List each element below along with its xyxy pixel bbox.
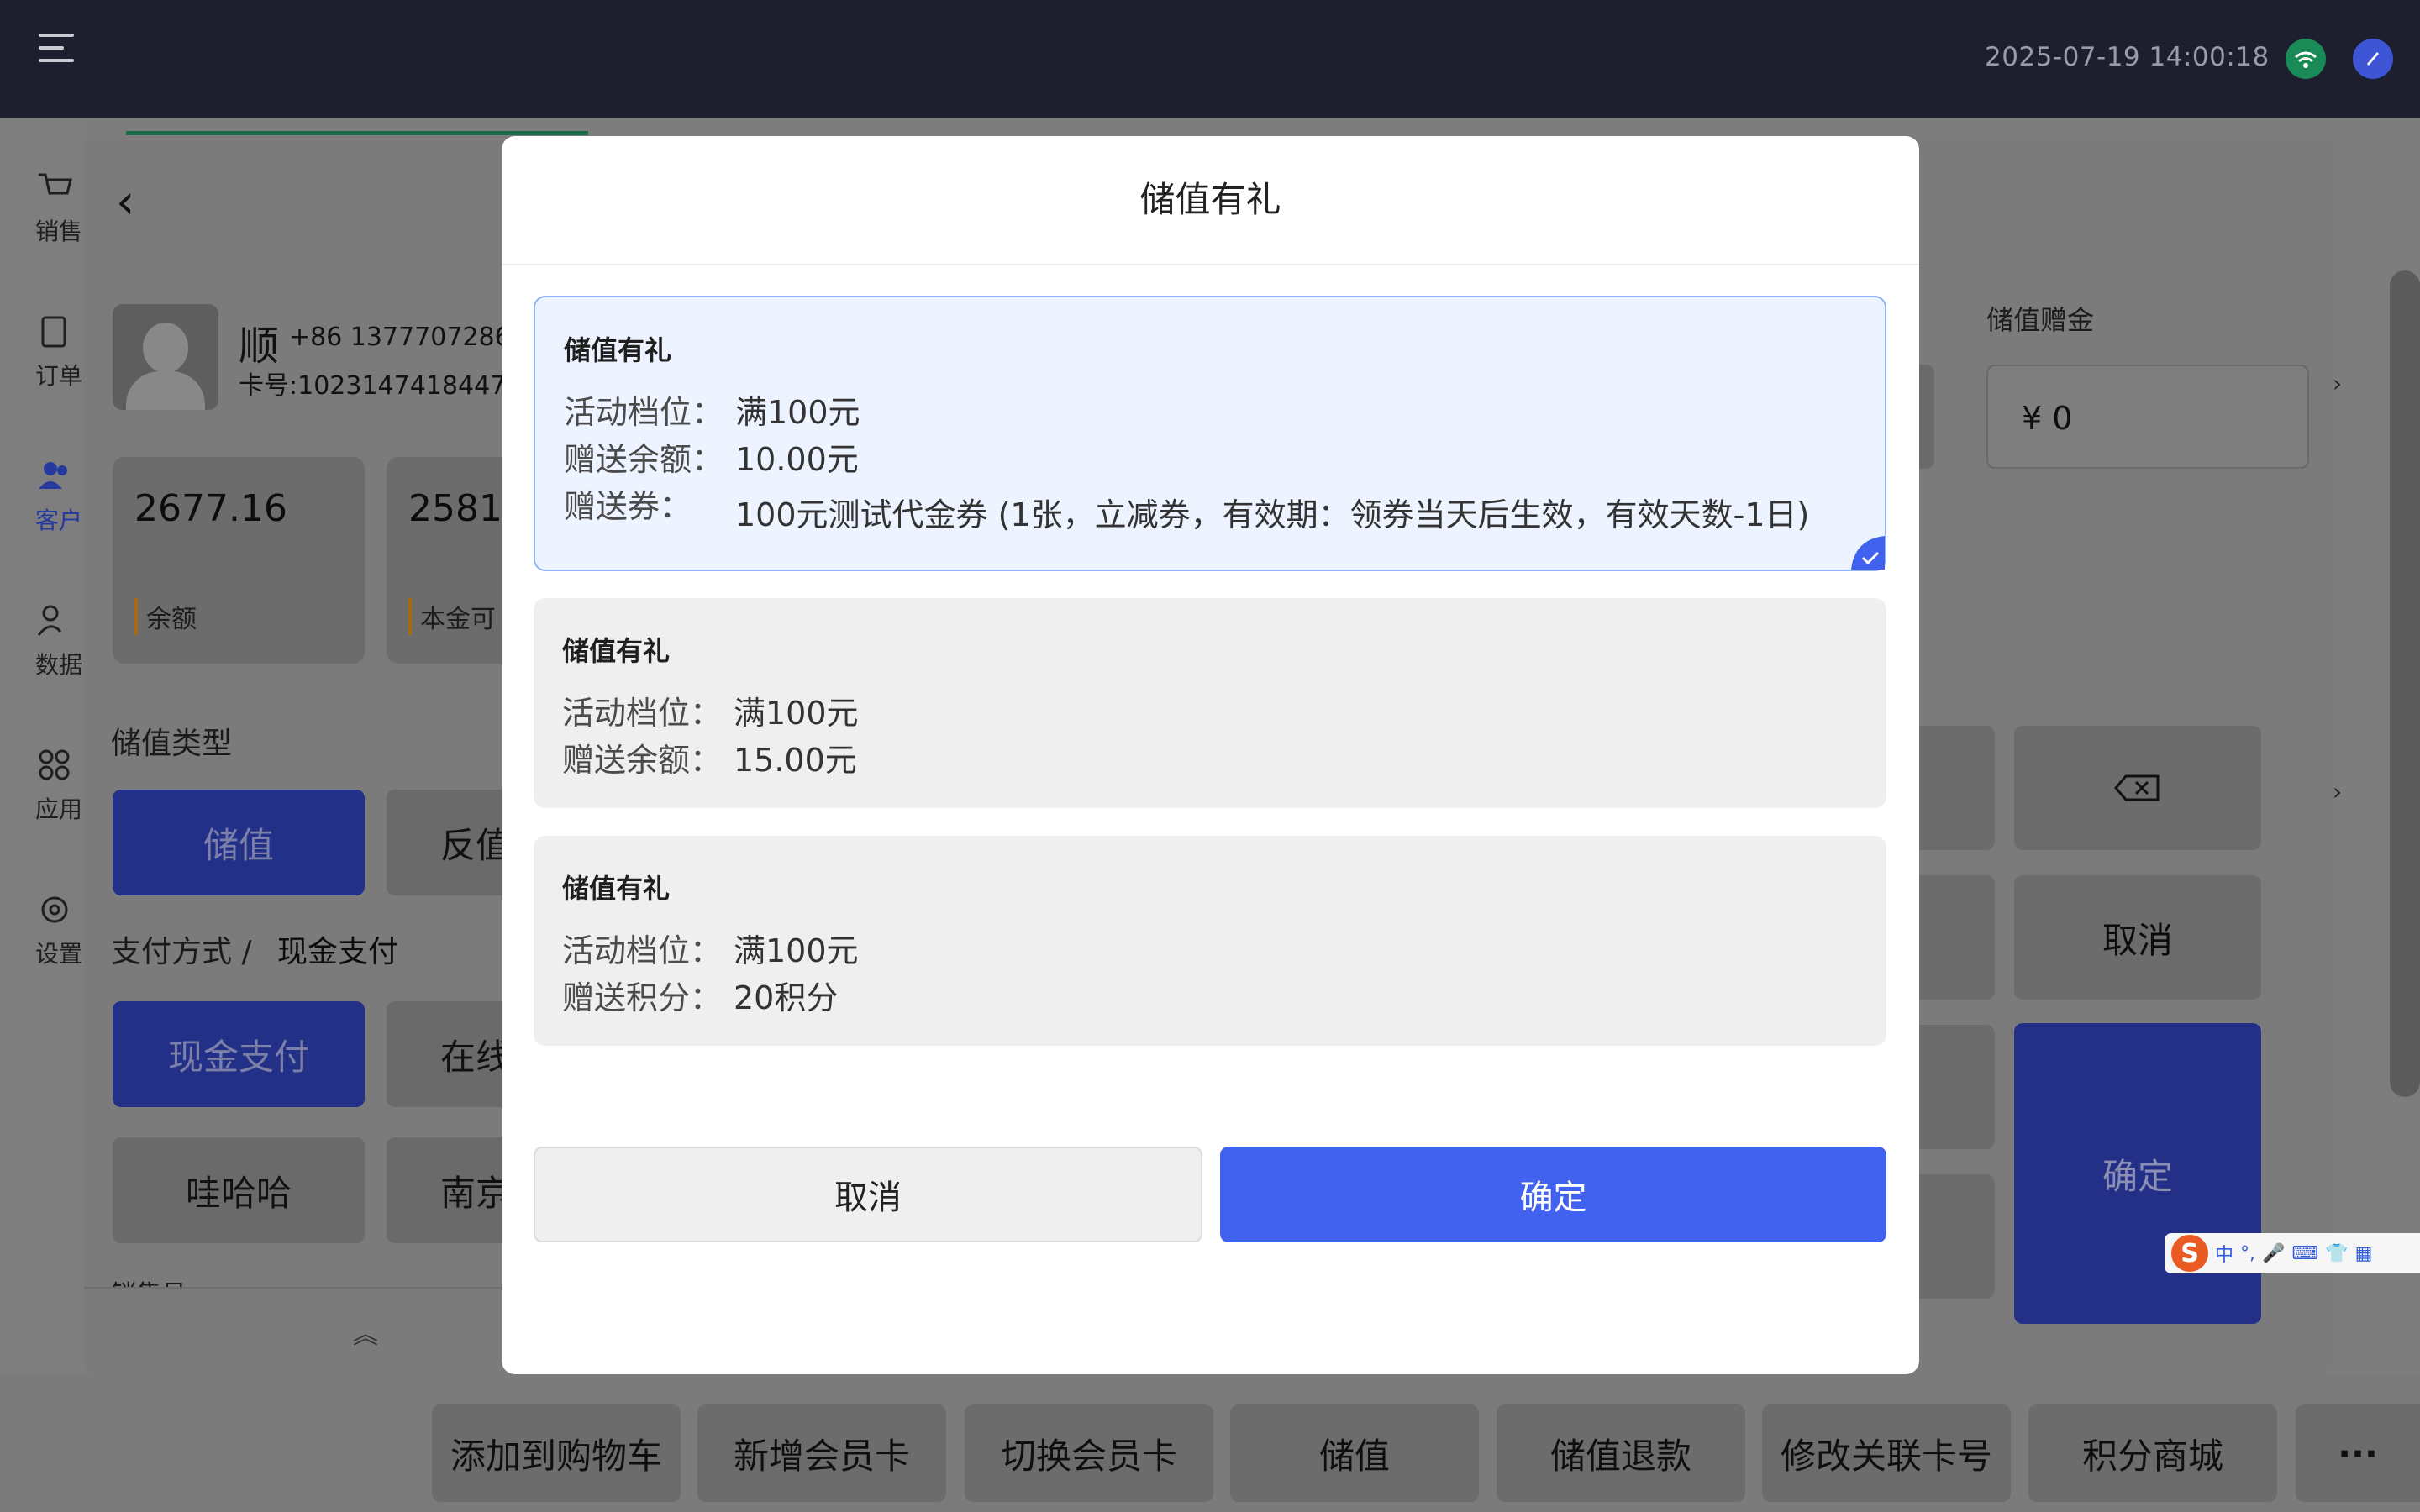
chevron-right-icon[interactable]: › [2333,370,2342,397]
edit-linked-card-button[interactable]: 修改关联卡号 [1762,1404,2011,1502]
row-value: 20积分 [734,979,839,1016]
avatar [113,304,218,410]
row-value: 10.00元 [735,441,859,478]
row-key: 活动档位： [562,932,723,969]
card-row: 赠送积分： 20积分 [562,972,838,1018]
top-bar: 2025-07-19 14:00:18 [0,0,2420,118]
card-title: 储值有礼 [564,334,672,366]
gift-input[interactable]: ¥ 0 [1986,365,2309,469]
chevron-right-icon[interactable]: › [2333,778,2342,806]
row-key: 赠送券： [564,488,692,525]
stat-balance: 2677.16 余额 [113,457,365,664]
row-key: 赠送余额： [564,441,724,478]
card-title: 储值有礼 [562,635,671,667]
customer-card-number: 卡号:10231474184473 [239,371,523,401]
modal-title: 储值有礼 [1139,179,1281,220]
pay-method-label: 支付方式 / [111,935,252,969]
ime-toolbar[interactable]: S 中 °, 🎤 ⌨ 👕 ▦ [2165,1233,2420,1273]
gift-option-card[interactable]: 储值有礼 活动档位： 满100元 赠送余额： 15.00元 [534,598,1886,808]
scrollbar[interactable] [2390,270,2420,1097]
customer-phone: +86 13777072860 [289,323,527,352]
check-icon [1851,536,1885,570]
backspace-icon [2114,774,2160,801]
card-row: 赠送券： 100元测试代金券 (1张，立减券，有效期：领券当天后生效，有效天数-1… [564,480,1809,533]
gear-icon [41,896,68,923]
keypad-confirm-button[interactable]: 确定 [2014,1023,2261,1324]
cancel-button[interactable]: 取消 [534,1147,1202,1242]
collapse-bar[interactable]: ︽ [84,1287,504,1374]
switch-member-card-button[interactable]: 切换会员卡 [965,1404,1213,1502]
row-key: 活动档位： [562,695,723,732]
clock: 2025-07-19 14:00:18 [1985,42,2270,72]
row-value: 15.00元 [734,742,857,779]
gift-option-card[interactable]: 储值有礼 活动档位： 满100元 赠送余额： 10.00元 赠送券： 100元测试代金… [534,296,1886,571]
store-value-button[interactable]: 储值 [1230,1404,1479,1502]
points-mall-button[interactable]: 积分商城 [2028,1404,2277,1502]
brand-logo-icon [2353,39,2393,79]
gift-label: 储值赠金 [1986,304,2095,336]
row-key: 赠送积分： [562,979,723,1016]
keypad-cancel-button[interactable]: 取消 [2014,875,2261,1000]
type-option-storage[interactable]: 储值 [113,790,365,895]
add-to-cart-button[interactable]: 添加到购物车 [432,1404,681,1502]
clipboard-icon [41,316,66,348]
card-row: 活动档位： 满100元 [562,925,859,971]
keypad-key[interactable] [1918,875,1995,1000]
pay-method-value: 现金支付 [277,935,399,969]
row-key: 活动档位： [564,394,724,431]
card-row: 赠送余额： 15.00元 [562,734,857,780]
storage-gift-modal: 储值有礼 储值有礼 活动档位： 满100元 赠送余额： 10.00元 赠送券： 100… [502,136,1919,1374]
storage-type-title: 储值类型 [111,727,233,761]
ime-lang[interactable]: 中 [2215,1240,2233,1267]
chevron-up-icon: ︽ [353,1320,378,1350]
tab-indicator [126,131,588,135]
card-row: 赠送余额： 10.00元 [564,433,859,480]
user-chart-icon [37,605,62,636]
card-row: 活动档位： 满100元 [562,687,859,733]
keypad-key[interactable] [1918,1174,1995,1299]
modal-divider [502,264,1919,265]
stat-label: 本金可 [408,598,496,635]
pay-option-cash[interactable]: 现金支付 [113,1001,365,1107]
keypad-key[interactable] [1918,726,1995,850]
sogou-logo-icon: S [2171,1235,2208,1272]
card-title: 储值有礼 [562,873,671,905]
row-value: 满100元 [734,695,859,732]
stat-label: 余额 [134,598,197,635]
stat-value: 2581. [408,487,514,530]
store-value-refund-button[interactable]: 储值退款 [1497,1404,1745,1502]
stat-value: 2677.16 [134,487,287,530]
gift-option-card[interactable]: 储值有礼 活动档位： 满100元 赠送积分： 20积分 [534,836,1886,1046]
keyboard-icon[interactable]: ⌨ [2291,1243,2318,1264]
new-member-card-button[interactable]: 新增会员卡 [697,1404,946,1502]
row-value: 满100元 [734,932,859,969]
row-value: 100元测试代金券 (1张，立减券，有效期：领券当天后生效，有效天数-1日) [735,496,1810,533]
wifi-icon [2286,39,2326,79]
skin-icon[interactable]: 👕 [2325,1243,2348,1264]
gift-value: ¥ 0 [2022,400,2073,437]
punctuation-icon[interactable]: °, [2240,1243,2255,1264]
seller-option[interactable]: 哇哈哈 [113,1137,365,1243]
row-value: 满100元 [735,394,860,431]
mic-icon[interactable]: 🎤 [2262,1243,2285,1264]
cart-icon [39,173,72,195]
apps-icon [39,749,70,780]
more-button[interactable]: ··· [2296,1404,2420,1502]
grid-icon[interactable]: ▦ [2355,1243,2373,1264]
confirm-button[interactable]: 确定 [1220,1147,1886,1242]
menu-icon[interactable] [39,34,74,64]
back-arrow-icon[interactable]: ‹ [116,175,134,229]
backspace-key[interactable] [2014,726,2261,850]
keypad-key[interactable] [1918,1025,1995,1149]
users-icon [39,462,67,489]
card-row: 活动档位： 满100元 [564,386,860,433]
customer-name: 顺 [239,323,280,370]
row-key: 赠送余额： [562,742,723,779]
